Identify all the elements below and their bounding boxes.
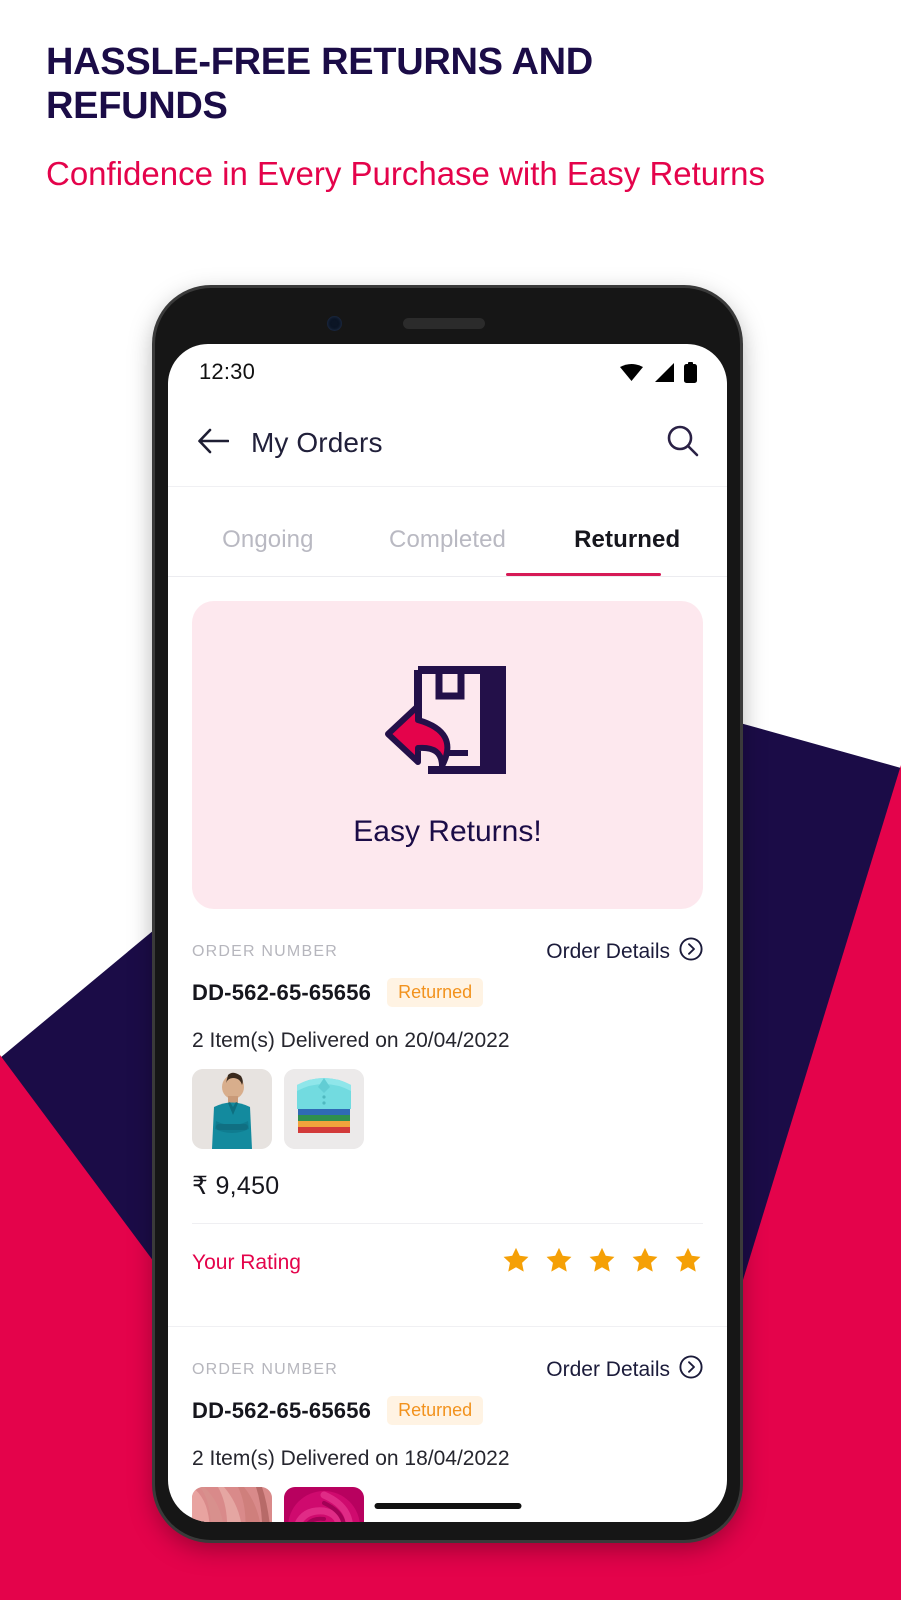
- magenta-swirl-fabric-photo[interactable]: [284, 1487, 364, 1522]
- tab-ongoing[interactable]: Ongoing: [178, 526, 358, 576]
- orders-scroll-area[interactable]: Easy Returns! ORDER NUMBER Order Details: [168, 577, 727, 1522]
- tab-completed[interactable]: Completed: [358, 526, 538, 576]
- pink-draped-fabric-photo[interactable]: [192, 1487, 272, 1522]
- order-card[interactable]: ORDER NUMBER Order Details DD-562-65-656…: [168, 1326, 727, 1522]
- chevron-right-circle-icon: [679, 1355, 703, 1385]
- order-details-label: Order Details: [546, 1358, 670, 1381]
- battery-icon: [684, 361, 697, 383]
- order-meta: 2 Item(s) Delivered on 20/04/2022: [192, 1029, 510, 1052]
- order-rating-row: Your Rating: [192, 1223, 703, 1304]
- star-icon[interactable]: [673, 1246, 703, 1280]
- order-id-row: DD-562-65-65656 Returned: [192, 1396, 703, 1425]
- order-price: ₹ 9,450: [192, 1172, 280, 1200]
- order-number-label: ORDER NUMBER: [192, 1361, 338, 1378]
- return-box-icon: [384, 662, 512, 787]
- man-in-teal-kurta-photo[interactable]: [192, 1069, 272, 1149]
- order-id: DD-562-65-65656: [192, 979, 372, 1005]
- star-icon[interactable]: [501, 1246, 531, 1280]
- front-camera-icon: [327, 316, 342, 331]
- rating-label: Your Rating: [192, 1251, 301, 1274]
- easy-returns-card[interactable]: Easy Returns!: [192, 601, 703, 909]
- rating-stars[interactable]: [501, 1246, 703, 1280]
- folded-shirts-stack-photo[interactable]: [284, 1069, 364, 1149]
- order-details-link[interactable]: Order Details: [546, 1355, 703, 1385]
- wifi-icon: [620, 363, 643, 381]
- star-icon[interactable]: [544, 1246, 574, 1280]
- page-title: HASSLE-FREE RETURNS AND REFUNDS: [46, 41, 593, 128]
- earpiece-speaker: [403, 318, 485, 329]
- star-icon[interactable]: [630, 1246, 660, 1280]
- phone-screen: 12:30 My Orders Ongoing Completed Return…: [168, 344, 727, 1522]
- promo-screenshot-root: HASSLE-FREE RETURNS AND REFUNDS Confiden…: [0, 0, 901, 1600]
- phone-mockup: 12:30 My Orders Ongoing Completed Return…: [155, 288, 740, 1540]
- page-subtitle: Confidence in Every Purchase with Easy R…: [46, 154, 766, 192]
- status-badge: Returned: [387, 978, 484, 1007]
- status-bar: 12:30: [168, 344, 727, 400]
- order-details-link[interactable]: Order Details: [546, 937, 703, 967]
- arrow-left-icon[interactable]: [197, 428, 230, 459]
- tab-returned[interactable]: Returned: [537, 526, 717, 576]
- order-id-row: DD-562-65-65656 Returned: [192, 978, 703, 1007]
- order-thumbnails: [192, 1069, 703, 1149]
- search-icon[interactable]: [666, 424, 699, 462]
- status-time: 12:30: [199, 359, 256, 384]
- chevron-right-circle-icon: [679, 937, 703, 967]
- headings-block: HASSLE-FREE RETURNS AND REFUNDS Confiden…: [46, 40, 806, 194]
- app-bar-title: My Orders: [251, 427, 383, 458]
- status-icons: [619, 361, 697, 383]
- order-meta: 2 Item(s) Delivered on 18/04/2022: [192, 1447, 510, 1470]
- orders-tabs[interactable]: Ongoing Completed Returned: [168, 486, 727, 576]
- home-indicator: [374, 1503, 521, 1509]
- order-card-header: ORDER NUMBER Order Details: [192, 937, 703, 967]
- star-icon[interactable]: [587, 1246, 617, 1280]
- promo-card-wrapper: Easy Returns!: [168, 577, 727, 909]
- easy-returns-label: Easy Returns!: [353, 814, 542, 848]
- signal-icon: [655, 362, 674, 382]
- order-id: DD-562-65-65656: [192, 1397, 372, 1423]
- tab-active-indicator: [506, 573, 661, 576]
- order-details-label: Order Details: [546, 940, 670, 963]
- status-badge: Returned: [387, 1396, 484, 1425]
- order-card-header: ORDER NUMBER Order Details: [192, 1355, 703, 1385]
- app-bar: My Orders: [168, 400, 727, 486]
- order-number-label: ORDER NUMBER: [192, 943, 338, 960]
- order-card[interactable]: ORDER NUMBER Order Details DD-562-65-656…: [168, 909, 727, 1304]
